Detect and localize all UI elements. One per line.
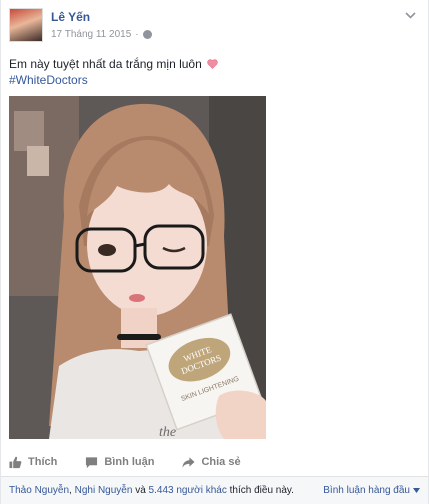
post-photo[interactable]: WHITE DOCTORS SKIN LIGHTENING the	[9, 96, 266, 439]
sort-label: Bình luận hàng đầu	[323, 485, 410, 496]
caret-down-icon	[413, 488, 420, 493]
like-label: Thích	[28, 456, 58, 468]
like-button[interactable]: Thích	[9, 456, 57, 469]
post-body: Em này tuyệt nhất da trắng mịn luôn	[9, 57, 202, 71]
comment-sort-dropdown[interactable]: Bình luận hàng đầu	[323, 485, 420, 496]
share-button[interactable]: Chia sẻ	[182, 456, 241, 469]
post-text: Em này tuyệt nhất da trắng mịn luôn #Whi…	[9, 56, 420, 88]
liker-1[interactable]: Thảo Nguyễn	[9, 485, 69, 496]
post-header: Lê Yến 17 Tháng 11 2015 ·	[9, 8, 420, 48]
thumbs-up-icon	[9, 456, 22, 468]
facebook-post: Lê Yến 17 Tháng 11 2015 · Em này tuyệt n…	[0, 0, 429, 504]
photo-illustration: WHITE DOCTORS SKIN LIGHTENING the	[9, 96, 266, 439]
likes-this-text: thích điều này.	[226, 485, 294, 496]
likes-footer: Thảo Nguyễn, Nghi Nguyễn và 5.443 người …	[1, 476, 428, 504]
globe-icon	[142, 30, 152, 39]
comment-label: Bình luận	[104, 456, 155, 468]
heart-icon	[207, 59, 218, 69]
shirt-text: the	[159, 425, 176, 439]
hashtag-link[interactable]: #WhiteDoctors	[9, 72, 420, 88]
post-date[interactable]: 17 Tháng 11 2015	[51, 29, 131, 40]
post-meta: 17 Tháng 11 2015 ·	[51, 29, 152, 40]
meta-separator: ·	[135, 29, 139, 40]
comment-icon	[86, 456, 98, 468]
action-bar: Thích Bình luận Chia sẻ	[9, 451, 420, 473]
comment-button[interactable]: Bình luận	[85, 456, 154, 469]
share-icon	[182, 456, 195, 468]
others-link[interactable]: 5.443 người khác	[149, 485, 227, 496]
author-name[interactable]: Lê Yến	[51, 10, 90, 24]
liker-2[interactable]: Nghi Nguyễn	[75, 485, 133, 496]
chevron-down-icon[interactable]	[402, 8, 418, 22]
author-avatar[interactable]	[9, 8, 43, 42]
share-label: Chia sẻ	[201, 456, 241, 468]
and-text: và	[132, 485, 149, 496]
likes-summary: Thảo Nguyễn, Nghi Nguyễn và 5.443 người …	[9, 485, 294, 496]
